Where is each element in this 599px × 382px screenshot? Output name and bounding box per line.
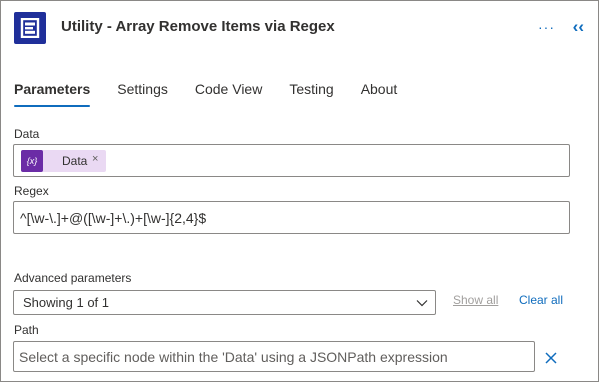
show-all-button[interactable]: Show all [453, 293, 498, 307]
advanced-parameters-label: Advanced parameters [14, 271, 132, 285]
panel-header: Utility - Array Remove Items via Regex ·… [14, 11, 588, 45]
data-field[interactable]: {x} Data × [13, 144, 570, 177]
utility-connector-icon [14, 12, 46, 44]
data-token[interactable]: {x} Data × [21, 150, 106, 172]
path-input[interactable] [14, 342, 534, 371]
action-panel: Utility - Array Remove Items via Regex ·… [0, 0, 599, 382]
tab-testing[interactable]: Testing [289, 79, 333, 107]
regex-value[interactable]: ^[\w-\.]+@([\w-]+\.)+[\w-]{2,4}$ [20, 210, 206, 226]
chevron-down-icon [416, 300, 428, 307]
tab-settings[interactable]: Settings [117, 79, 168, 107]
regex-field-label: Regex [14, 184, 49, 198]
token-label: Data [62, 154, 88, 168]
token-remove-icon[interactable]: × [92, 153, 98, 165]
close-icon[interactable] [544, 351, 558, 365]
advanced-parameters-dropdown[interactable]: Showing 1 of 1 [13, 290, 436, 315]
clear-all-button[interactable]: Clear all [519, 293, 563, 307]
more-ellipsis-icon[interactable]: ··· [538, 19, 555, 35]
data-field-label: Data [14, 127, 40, 141]
double-chevron-left-icon[interactable]: ‹‹ [573, 17, 584, 37]
tab-code-view[interactable]: Code View [195, 79, 262, 107]
tab-parameters[interactable]: Parameters [14, 79, 91, 107]
regex-field[interactable]: ^[\w-\.]+@([\w-]+\.)+[\w-]{2,4}$ [13, 201, 570, 234]
tab-bar: Parameters Settings Code View Testing Ab… [14, 79, 424, 107]
variable-icon: {x} [21, 150, 43, 172]
path-field-label: Path [14, 323, 39, 337]
tab-about[interactable]: About [361, 79, 398, 107]
page-title: Utility - Array Remove Items via Regex [61, 18, 335, 35]
path-field[interactable] [13, 341, 535, 372]
dropdown-selected-value: Showing 1 of 1 [23, 295, 110, 310]
